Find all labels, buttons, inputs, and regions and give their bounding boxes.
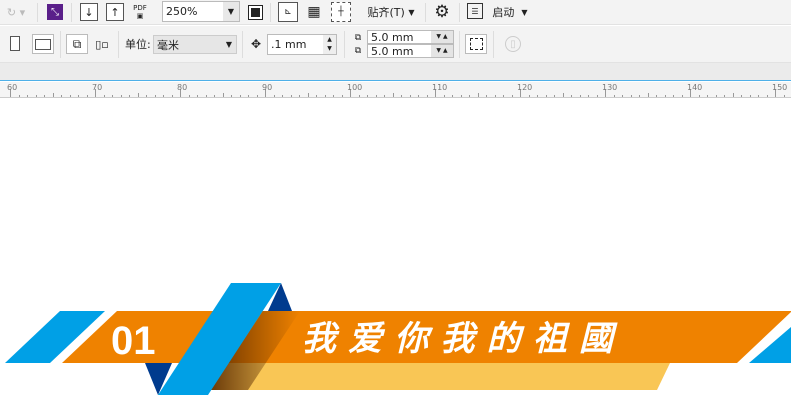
section-number: 01 <box>111 319 156 363</box>
yellow-band <box>200 363 670 390</box>
banner-artwork: 01 我爱你我的祖國 <box>5 283 791 395</box>
